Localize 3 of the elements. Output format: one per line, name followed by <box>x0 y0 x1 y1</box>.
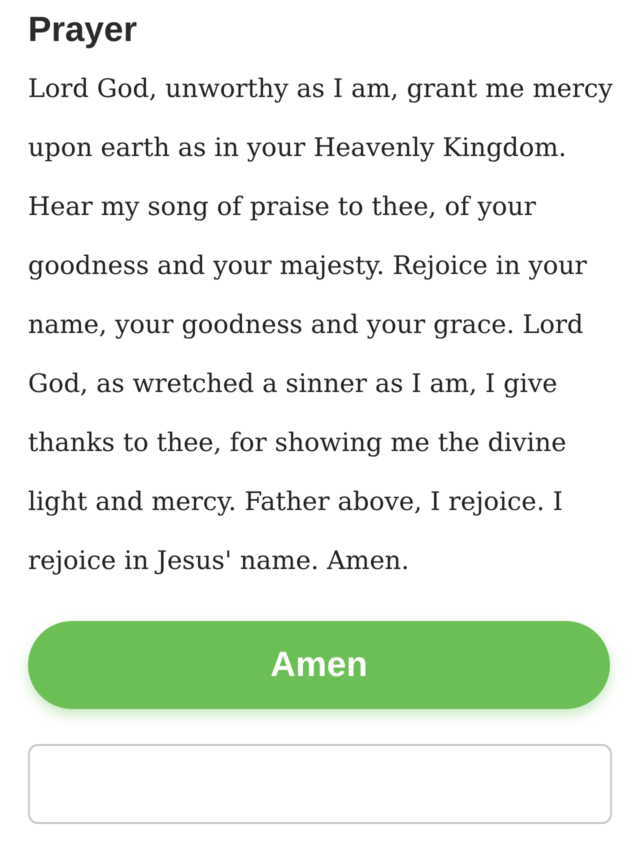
section-heading: Prayer <box>28 9 138 51</box>
prayer-text: Lord God, unworthy as I am, grant me mercy upon earth as in your Heavenly Kingdom. Hear my song of praise to thee, of your goodness and your majesty. Rejoice in your name, your goodness and your grace. Lord God, as wretched a sinner as I am, I give thanks to thee, for showing me the divine light and mercy. Father above, I rejoice. I rejoice in Jesus' name. Amen. <box>28 73 614 578</box>
amen-button[interactable]: Amen <box>28 621 610 709</box>
